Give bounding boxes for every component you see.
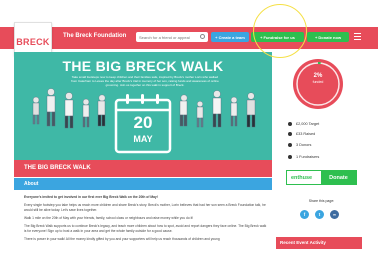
about-paragraph: Everyone's invited to get involved in ou… (24, 195, 158, 199)
link-icon[interactable]: ∞ (330, 210, 339, 219)
stat-fundraisers: 1 Fundraisers (288, 155, 319, 159)
about-paragraph: There is power in your walk! All the mon… (24, 237, 220, 241)
stat-target: £2,000 Target (288, 122, 319, 126)
recent-activity-label: Recent Event Activity (280, 240, 326, 245)
site-title[interactable]: The Breck Foundation (63, 33, 126, 39)
recent-activity-header: Recent Event Activity (276, 237, 362, 249)
facebook-icon[interactable]: f (300, 210, 309, 219)
about-paragraph: The Big Breck Walk supports us to contin… (24, 224, 267, 233)
event-title: THE BIG BRECK WALK (24, 165, 91, 171)
search-icon[interactable] (200, 34, 205, 39)
create-team-button[interactable]: + Create a team (211, 32, 249, 42)
enthuse-brand: enthuse (287, 171, 321, 184)
money-icon (288, 132, 292, 136)
calendar-day: 20 (133, 113, 153, 132)
calendar-month: MAY (133, 134, 153, 144)
stat-donors: 3 Donors (288, 143, 311, 147)
search-box[interactable] (136, 32, 208, 42)
funded-text: funded (312, 80, 324, 84)
target-icon (288, 122, 292, 126)
stat-raised-text: £33 Raised (296, 132, 316, 136)
event-title-bar: THE BIG BRECK WALK (14, 160, 272, 177)
stat-raised: £33 Raised (288, 132, 315, 136)
hamburger-icon[interactable] (354, 33, 361, 40)
funded-progress-ring (293, 59, 343, 109)
donate-now-button[interactable]: + Donate now (307, 32, 349, 42)
about-paragraph: Every single footstep you take helps us … (24, 203, 266, 212)
about-text: Everyone's invited to get involved in ou… (24, 195, 268, 245)
breck-logo[interactable]: BRECK (14, 22, 52, 56)
about-paragraph: Walk 1 mile on the 20th of May with your… (24, 216, 194, 220)
logo-text: BRECK (16, 37, 50, 47)
funded-percent: 2% (313, 73, 323, 79)
stat-fundraisers-text: 1 Fundraisers (296, 155, 320, 159)
enthuse-donate-widget[interactable]: enthuse Donate (286, 170, 357, 185)
hero-banner: THE BIG BRECK WALK Take small footsteps … (14, 52, 272, 160)
search-input[interactable] (139, 34, 199, 40)
about-label: About (24, 181, 39, 187)
about-tab[interactable]: About (14, 178, 272, 190)
donate-button[interactable]: Donate (321, 171, 356, 184)
highlight-circle (253, 4, 307, 58)
donors-icon (288, 143, 292, 147)
twitter-icon[interactable]: t (315, 210, 324, 219)
stat-target-text: £2,000 Target (296, 122, 320, 126)
fundraisers-icon (288, 155, 292, 159)
stat-donors-text: 3 Donors (296, 143, 312, 147)
share-label: Share this page: (308, 199, 335, 203)
funded-label: 2% funded (290, 73, 346, 84)
